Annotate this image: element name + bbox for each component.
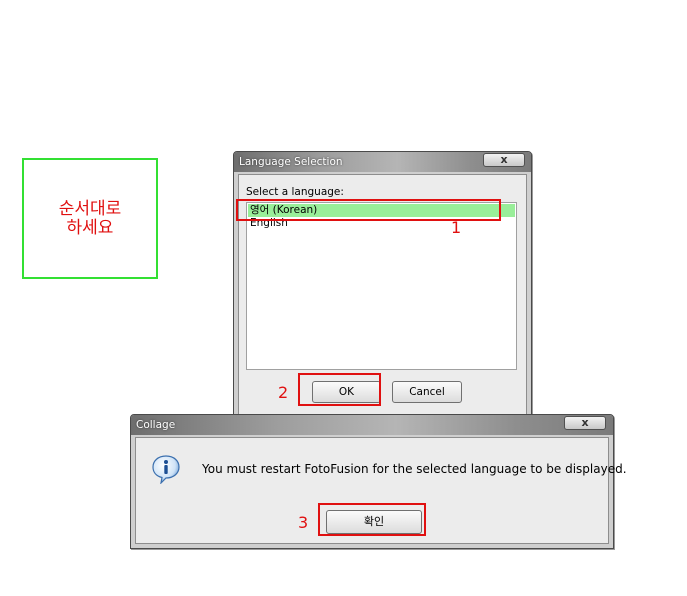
step2-highlight-frame <box>298 373 381 406</box>
language-dialog-close-button[interactable]: x <box>483 153 525 167</box>
select-language-label: Select a language: <box>246 186 344 198</box>
cancel-button[interactable]: Cancel <box>392 381 462 403</box>
step2-number: 2 <box>278 383 289 402</box>
instruction-text: 순서대로 하세요 <box>58 198 122 238</box>
language-dialog-title: Language Selection <box>239 156 343 168</box>
step3-highlight-frame <box>318 503 426 536</box>
language-dialog-titlebar[interactable]: Language Selection x <box>234 152 531 172</box>
language-selection-dialog: Language Selection x Select a language: … <box>233 151 532 415</box>
collage-dialog-title: Collage <box>136 419 176 431</box>
step3-number: 3 <box>298 513 309 532</box>
collage-dialog-titlebar[interactable]: Collage x <box>131 415 613 435</box>
step1-highlight-frame <box>236 199 501 221</box>
info-icon <box>152 455 180 484</box>
step1-number: 1 <box>451 218 462 237</box>
collage-dialog-close-button[interactable]: x <box>564 416 606 430</box>
restart-message: You must restart FotoFusion for the sele… <box>202 462 627 476</box>
close-icon: x <box>500 153 508 166</box>
language-listbox[interactable]: 영어 (Korean) English <box>246 202 517 370</box>
instruction-box: 순서대로 하세요 <box>22 158 158 279</box>
close-icon: x <box>581 416 589 429</box>
